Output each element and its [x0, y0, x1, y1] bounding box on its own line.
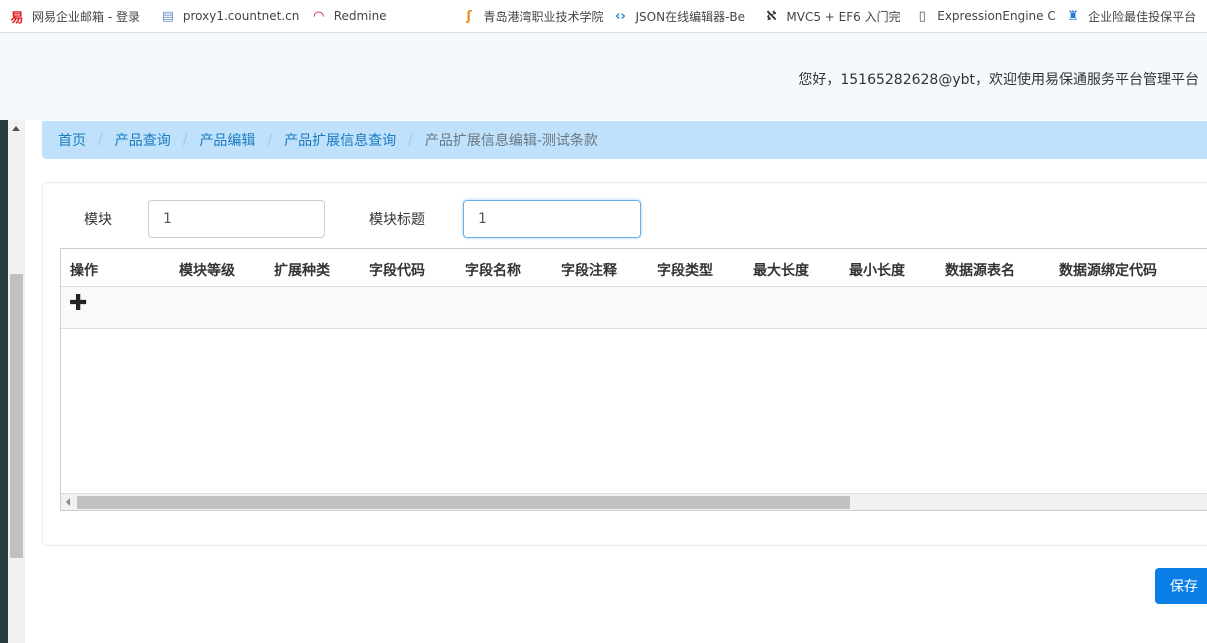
mvc-icon: ℵ — [766, 8, 777, 24]
column-header: 数据源绑定代码 — [1059, 263, 1157, 279]
document-icon: ▤ — [161, 8, 175, 24]
bookmark-label: 青岛港湾职业技术学院 — [483, 9, 604, 24]
app-header: 您好，15165282628@ybt，欢迎使用易保通服务平台管理平台 — [0, 33, 1207, 120]
table-row: ✚ — [61, 287, 1207, 329]
horizontal-scrollbar[interactable] — [61, 493, 1207, 510]
scroll-left-icon[interactable] — [66, 498, 70, 506]
column-header: 字段代码 — [369, 263, 425, 279]
welcome-text: 您好，15165282628@ybt，欢迎使用易保通服务平台管理平台 — [798, 72, 1199, 88]
breadcrumb-product-edit[interactable]: 产品编辑 — [199, 130, 255, 150]
bookmarks-bar: 易网易企业邮箱 - 登录 ▤ proxy1.countnet.cn ◠ Redmine ʃ… — [0, 0, 1207, 33]
column-header: 字段名称 — [465, 263, 521, 279]
column-header: 字段类型 — [657, 263, 713, 279]
breadcrumb-ext-query[interactable]: 产品扩展信息查询 — [284, 130, 396, 150]
school-icon: ʃ — [466, 8, 472, 24]
bookmark-label: JSON在线编辑器-Be — [635, 9, 746, 24]
json-editor-icon: ‹› — [615, 8, 626, 24]
bookmark-item[interactable]: ℵ MVC5 + EF6 入门完 — [764, 8, 905, 25]
fields-table: 操作 模块等级 扩展种类 字段代码 字段名称 字段注释 字段类型 最大长度 最小长度 数据源表名 数… — [60, 248, 1207, 511]
bookmark-item[interactable]: ▯ ExpressionEngine C — [915, 9, 1056, 24]
sidebar-scrollbar[interactable] — [8, 120, 25, 643]
bookmark-label: Redmine — [333, 9, 387, 23]
form-panel: 模块 1 模块标题 1 操作 模块等级 扩展种类 字段代码 字段名称 字段注释 字段类型 最大… — [42, 182, 1207, 546]
module-title-label: 模块标题 — [369, 212, 425, 228]
bookmark-label: 企业险最佳投保平台 — [1088, 9, 1197, 24]
module-label: 模块 — [84, 212, 112, 228]
bookmark-item[interactable]: ▤ proxy1.countnet.cn — [161, 9, 302, 24]
breadcrumb-current: 产品扩展信息编辑-测试条款 — [424, 133, 598, 149]
breadcrumb-product-query[interactable]: 产品查询 — [115, 130, 171, 150]
column-header: 最小长度 — [849, 263, 905, 279]
sidebar — [0, 120, 8, 643]
bookmark-item[interactable]: ♜ 企业险最佳投保平台 — [1066, 8, 1207, 25]
page-icon: ▯ — [918, 8, 926, 24]
mail-163-icon: 易 — [10, 10, 24, 26]
scroll-up-icon[interactable] — [12, 126, 20, 131]
save-button[interactable]: 保存 — [1155, 568, 1207, 604]
bookmark-item[interactable]: 易网易企业邮箱 - 登录 — [10, 7, 151, 26]
plus-icon[interactable]: ✚ — [69, 291, 87, 316]
table-header: 操作 模块等级 扩展种类 字段代码 字段名称 字段注释 字段类型 最大长度 最小长度 数据源表名 数… — [61, 249, 1207, 287]
column-header: 扩展种类 — [274, 263, 330, 279]
bookmark-label: 网易企业邮箱 - 登录 — [32, 9, 140, 24]
bookmark-item[interactable]: ‹› JSON在线编辑器-Be — [614, 8, 755, 25]
module-input[interactable]: 1 — [148, 200, 325, 238]
column-header: 字段注释 — [561, 263, 617, 279]
bookmark-item[interactable]: ◠ Redmine — [312, 9, 453, 24]
redmine-icon: ◠ — [313, 8, 324, 24]
bookmark-item[interactable]: ʃ 青岛港湾职业技术学院 — [463, 8, 604, 25]
breadcrumb-home[interactable]: 首页 — [58, 130, 86, 150]
bookmark-label: ExpressionEngine C — [937, 9, 1056, 23]
column-header: 模块等级 — [179, 263, 235, 279]
bookmark-label: proxy1.countnet.cn — [182, 9, 300, 23]
insurance-icon: ♜ — [1067, 8, 1079, 24]
scrollbar-thumb[interactable] — [10, 274, 23, 558]
breadcrumb: 首页 / 产品查询 / 产品编辑 / 产品扩展信息查询 / 产品扩展信息编辑-测试条款 — [42, 121, 1207, 159]
module-title-input[interactable]: 1 — [463, 200, 641, 238]
column-header: 最大长度 — [753, 263, 809, 279]
column-header: 操作 — [70, 263, 98, 279]
column-header: 数据源表名 — [945, 263, 1015, 279]
bookmark-label: MVC5 + EF6 入门完 — [786, 9, 901, 24]
scrollbar-thumb[interactable] — [77, 496, 850, 509]
